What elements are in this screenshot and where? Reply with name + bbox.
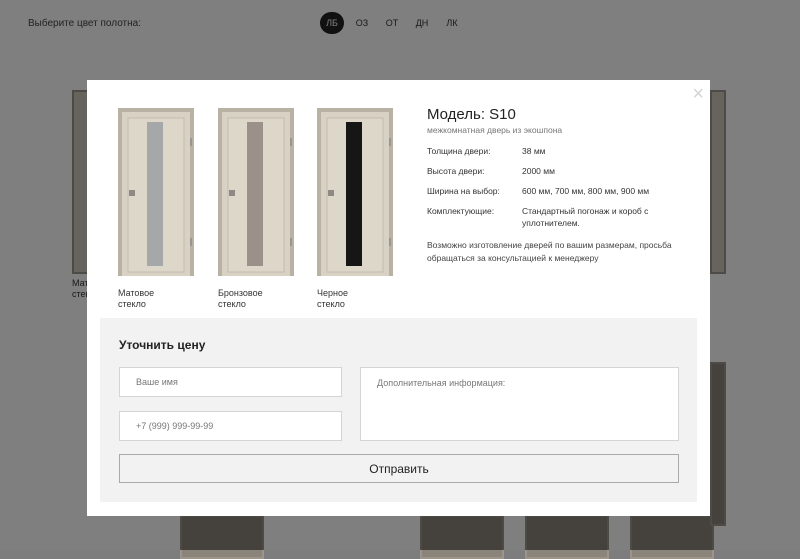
- custom-size-note: Возможно изготовление дверей по вашим ра…: [427, 240, 672, 263]
- spec-value: Стандартный погонаж и короб с уплотнител…: [522, 206, 649, 228]
- spec-row-components: Комплектующие: Стандартный погонаж и кор…: [427, 205, 697, 229]
- close-icon[interactable]: ×: [692, 84, 704, 104]
- door-variant-black[interactable]: Черное стекло: [317, 108, 397, 310]
- door-caption: Матовое стекло: [118, 288, 198, 310]
- door-black-image: [317, 108, 393, 276]
- form-title: Уточнить цену: [119, 338, 206, 352]
- spec-list: Толщина двери: 38 мм Высота двери: 2000 …: [427, 145, 697, 229]
- name-input[interactable]: [119, 367, 342, 397]
- model-title: Модель: S10: [427, 106, 516, 123]
- door-caption: Бронзовое стекло: [218, 288, 298, 310]
- spec-row-width: Ширина на выбор: 600 мм, 700 мм, 800 мм,…: [427, 185, 697, 197]
- submit-button[interactable]: Отправить: [119, 454, 679, 483]
- spec-label: Ширина на выбор:: [427, 186, 500, 196]
- spec-row-height: Высота двери: 2000 мм: [427, 165, 697, 177]
- door-caption-line: стекло: [317, 299, 345, 309]
- spec-label: Толщина двери:: [427, 146, 491, 156]
- phone-input[interactable]: [119, 411, 342, 441]
- door-variant-matte[interactable]: Матовое стекло: [118, 108, 198, 310]
- door-caption-line: Матовое: [118, 288, 155, 298]
- door-caption: Черное стекло: [317, 288, 397, 310]
- spec-value: 38 мм: [522, 146, 546, 156]
- spec-label: Комплектующие:: [427, 206, 495, 216]
- door-caption-line: Черное: [317, 288, 348, 298]
- door-matte-image: [118, 108, 194, 276]
- additional-info-input[interactable]: [360, 367, 679, 441]
- price-modal: × Матовое стекло Бронзовое стекло Черное…: [87, 80, 710, 516]
- door-caption-line: Бронзовое: [218, 288, 263, 298]
- door-bronze-image: [218, 108, 294, 276]
- model-subtitle: межкомнатная дверь из экошпона: [427, 125, 563, 135]
- spec-row-thickness: Толщина двери: 38 мм: [427, 145, 697, 157]
- door-variant-bronze[interactable]: Бронзовое стекло: [218, 108, 298, 310]
- spec-value: 600 мм, 700 мм, 800 мм, 900 мм: [522, 186, 650, 196]
- door-caption-line: стекло: [218, 299, 246, 309]
- spec-value: 2000 мм: [522, 166, 555, 176]
- price-request-form: Уточнить цену Отправить: [100, 318, 697, 502]
- spec-label: Высота двери:: [427, 166, 485, 176]
- door-caption-line: стекло: [118, 299, 146, 309]
- model-info: Модель: S10 межкомнатная дверь из экошпо…: [427, 106, 697, 265]
